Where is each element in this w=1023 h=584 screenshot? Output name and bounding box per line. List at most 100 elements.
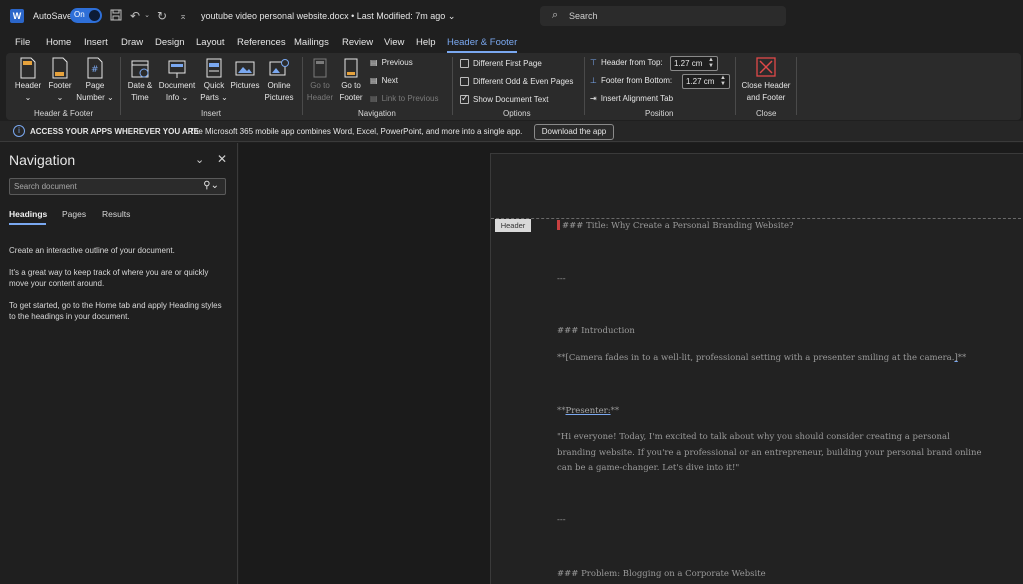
go-to-footer-button[interactable]: Go to Footer bbox=[336, 57, 366, 103]
autosave-toggle[interactable]: On bbox=[70, 8, 102, 23]
download-app-button[interactable]: Download the app bbox=[534, 124, 614, 140]
tab-references[interactable]: References bbox=[237, 37, 286, 48]
document-info-label-2: Info ⌄ bbox=[165, 93, 189, 102]
header-icon bbox=[18, 57, 38, 79]
quick-parts-label-1: Quick bbox=[203, 81, 225, 90]
page-number-label-1: Page bbox=[85, 81, 105, 90]
info-bold-text: ACCESS YOUR APPS WHEREVER YOU ARE bbox=[30, 127, 199, 136]
go-to-footer-icon bbox=[341, 57, 361, 79]
spinner-icon[interactable]: ▲ ▼ bbox=[708, 57, 714, 69]
doc-separator[interactable]: --- bbox=[557, 515, 566, 525]
word-logo-icon: W bbox=[10, 9, 24, 23]
online-pictures-label-2: Pictures bbox=[264, 93, 294, 102]
search-icon[interactable]: ⚲⌄ bbox=[203, 180, 219, 191]
link-to-previous-label: Link to Previous bbox=[381, 94, 439, 103]
doc-presenter-line[interactable]: **Presenter:** bbox=[557, 406, 619, 416]
customize-qat-icon[interactable]: ⌅ bbox=[176, 9, 190, 23]
pictures-button[interactable]: Pictures bbox=[229, 57, 261, 91]
tab-layout[interactable]: Layout bbox=[196, 37, 225, 48]
group-label-navigation: Navigation bbox=[358, 109, 396, 118]
different-first-page-label: Different First Page bbox=[473, 59, 542, 68]
doc-camera-line[interactable]: **[Camera fades in to a well-lit, profes… bbox=[557, 353, 966, 363]
header-button[interactable]: Header ⌄ bbox=[12, 57, 44, 103]
quick-parts-button[interactable]: Quick Parts ⌄ bbox=[199, 57, 229, 103]
online-pictures-label-1: Online bbox=[267, 81, 291, 90]
close-header-footer-button[interactable]: Close Header and Footer bbox=[739, 57, 793, 103]
tab-view[interactable]: View bbox=[384, 37, 404, 48]
doc-separator[interactable]: --- bbox=[557, 274, 566, 284]
search-document-placeholder: Search document bbox=[14, 182, 77, 191]
camera-text: **[Camera fades in to a well-lit, profes… bbox=[557, 353, 955, 363]
calendar-icon bbox=[130, 57, 150, 79]
show-document-text-label: Show Document Text bbox=[473, 95, 549, 104]
tab-headings[interactable]: Headings bbox=[9, 209, 47, 219]
tab-help[interactable]: Help bbox=[416, 37, 436, 48]
page-number-button[interactable]: # Page Number ⌄ bbox=[76, 57, 114, 103]
tab-home[interactable]: Home bbox=[46, 37, 71, 48]
show-document-text-checkbox[interactable]: Show Document Text bbox=[460, 93, 549, 104]
chevron-down-icon: ⌄ bbox=[181, 93, 189, 102]
tab-results[interactable]: Results bbox=[102, 209, 130, 219]
undo-dropdown-icon[interactable]: ⌄ bbox=[140, 9, 154, 23]
tab-file[interactable]: File bbox=[15, 37, 30, 48]
doc-heading-introduction[interactable]: ### Introduction bbox=[557, 326, 635, 336]
document-info-button[interactable]: Document Info ⌄ bbox=[156, 57, 198, 103]
tab-insert[interactable]: Insert bbox=[84, 37, 108, 48]
document-canvas[interactable]: Header ### Title: Why Create a Personal … bbox=[239, 143, 1023, 584]
go-to-footer-label-2: Footer bbox=[339, 93, 363, 102]
close-red-x-icon bbox=[756, 57, 776, 79]
close-icon[interactable]: ✕ bbox=[217, 152, 227, 166]
search-document-input[interactable]: Search document ⚲⌄ bbox=[9, 178, 226, 195]
redo-icon[interactable]: ↻ bbox=[155, 9, 169, 23]
spinner-icon[interactable]: ▲ ▼ bbox=[720, 75, 726, 87]
doc-quote-paragraph[interactable]: "Hi everyone! Today, I'm excited to talk… bbox=[557, 430, 982, 477]
save-icon[interactable] bbox=[109, 9, 123, 23]
page-number-label-2: Number ⌄ bbox=[76, 93, 114, 102]
checkbox-checked-icon bbox=[460, 93, 469, 104]
footer-button[interactable]: Footer ⌄ bbox=[44, 57, 76, 103]
group-label-close: Close bbox=[756, 109, 777, 118]
camera-suffix: ** bbox=[957, 353, 967, 363]
header-boundary bbox=[491, 218, 1023, 219]
doc-title-line[interactable]: ### Title: Why Create a Personal Brandin… bbox=[562, 221, 794, 231]
group-divider bbox=[796, 57, 797, 115]
tab-draw[interactable]: Draw bbox=[121, 37, 143, 48]
info-bar: i ACCESS YOUR APPS WHEREVER YOU ARE The … bbox=[0, 121, 1023, 142]
close-label-1: Close Header bbox=[741, 81, 791, 90]
next-button[interactable]: ▤ Next bbox=[370, 76, 398, 85]
different-first-page-checkbox[interactable]: Different First Page bbox=[460, 59, 542, 68]
group-divider bbox=[584, 57, 585, 115]
search-icon: ⌕ bbox=[552, 9, 559, 21]
document-page[interactable]: Header ### Title: Why Create a Personal … bbox=[490, 153, 1023, 584]
tab-pages[interactable]: Pages bbox=[62, 209, 86, 219]
autosave-label: AutoSave bbox=[33, 11, 73, 21]
link-to-previous-button[interactable]: ▤ Link to Previous bbox=[370, 94, 438, 103]
tab-design[interactable]: Design bbox=[155, 37, 185, 48]
document-title[interactable]: youtube video personal website.docx • La… bbox=[201, 11, 455, 22]
go-to-header-button[interactable]: Go to Header bbox=[305, 57, 335, 103]
chevron-down-icon: ⌄ bbox=[221, 93, 228, 102]
insert-alignment-tab-button[interactable]: ⇥ Insert Alignment Tab bbox=[590, 94, 673, 103]
next-label: Next bbox=[381, 76, 399, 85]
footer-from-bottom-input[interactable]: 1.27 cm ▲ ▼ bbox=[682, 74, 730, 89]
different-odd-even-checkbox[interactable]: Different Odd & Even Pages bbox=[460, 77, 573, 86]
document-info-label-1: Document bbox=[158, 81, 196, 90]
footer-icon bbox=[50, 57, 70, 79]
nav-help-text-2: It's a great way to keep track of where … bbox=[9, 268, 209, 288]
tab-review[interactable]: Review bbox=[342, 37, 373, 48]
quick-parts-label-2: Parts ⌄ bbox=[200, 93, 228, 102]
footer-from-bottom-label: ⊥ Footer from Bottom: bbox=[590, 76, 673, 85]
tab-header-footer[interactable]: Header & Footer bbox=[447, 37, 517, 48]
ribbon: Header ⌄ Footer ⌄ # Page Number ⌄ Header… bbox=[6, 53, 1021, 120]
info-message: The Microsoft 365 mobile app combines Wo… bbox=[189, 127, 523, 136]
group-divider bbox=[120, 57, 121, 115]
date-time-button[interactable]: Date & Time bbox=[124, 57, 156, 103]
chevron-down-icon[interactable]: ⌄ bbox=[195, 153, 204, 166]
doc-heading-problem[interactable]: ### Problem: Blogging on a Corporate Web… bbox=[557, 569, 766, 579]
search-box[interactable]: ⌕ Search bbox=[540, 6, 786, 26]
navigation-title: Navigation bbox=[9, 152, 76, 168]
tab-mailings[interactable]: Mailings bbox=[294, 37, 329, 48]
previous-button[interactable]: ▤ Previous bbox=[370, 58, 413, 67]
online-pictures-button[interactable]: Online Pictures bbox=[262, 57, 296, 103]
header-from-top-input[interactable]: 1.27 cm ▲ ▼ bbox=[670, 56, 718, 71]
